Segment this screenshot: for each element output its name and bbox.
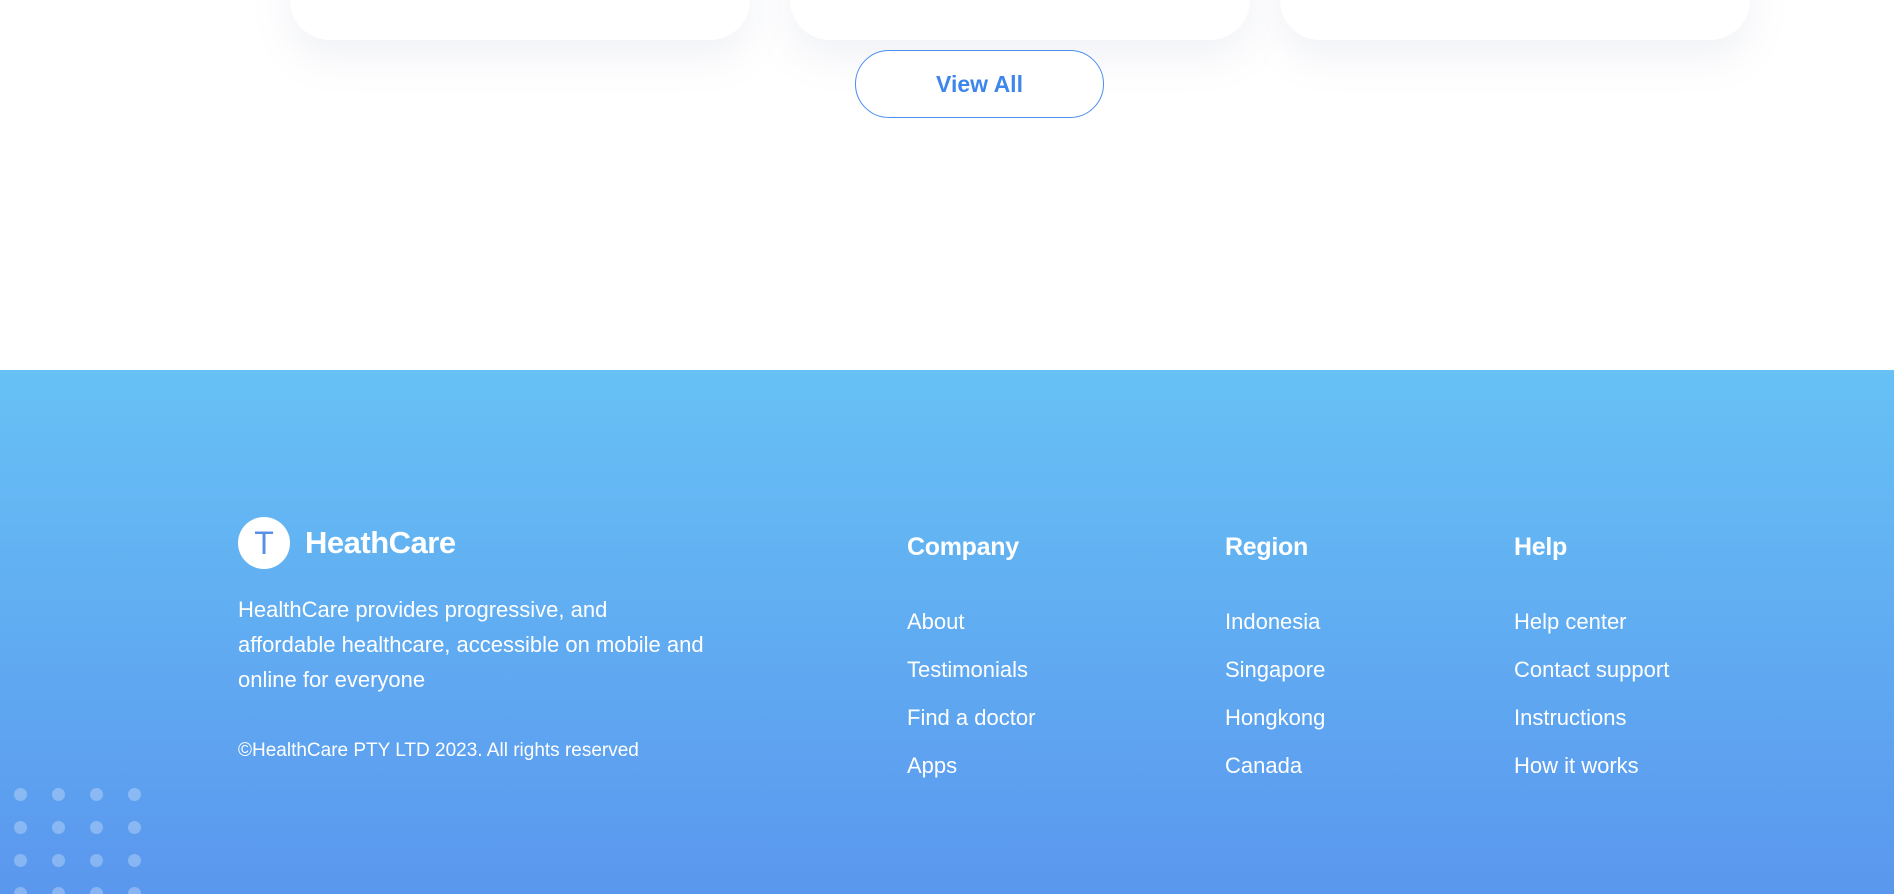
dot [14, 854, 27, 867]
dot [52, 788, 65, 801]
dot [14, 887, 27, 894]
footer-link-find-a-doctor[interactable]: Find a doctor [907, 706, 1035, 754]
dot [52, 821, 65, 834]
dot [52, 887, 65, 894]
footer-column-company: Company About Testimonials Find a doctor… [907, 533, 1035, 802]
column-title: Company [907, 533, 1019, 561]
dot [128, 788, 141, 801]
logo-icon: T [238, 517, 290, 569]
footer-column-help: Help Help center Contact support Instruc… [1514, 533, 1669, 802]
footer-link-help-center[interactable]: Help center [1514, 610, 1669, 658]
footer-link-about[interactable]: About [907, 610, 1035, 658]
decorative-dots [14, 788, 144, 894]
footer-column-region: Region Indonesia Singapore Hongkong Cana… [1225, 533, 1325, 802]
column-title: Help [1514, 533, 1567, 561]
footer-link-how-it-works[interactable]: How it works [1514, 754, 1669, 802]
page: View All T HeathCare HealthCare provides… [0, 0, 1894, 894]
view-all-button[interactable]: View All [855, 50, 1104, 118]
card-shadow [290, 0, 750, 40]
dot [128, 821, 141, 834]
footer-description: HealthCare provides progressive, and aff… [238, 597, 704, 692]
brand[interactable]: T HeathCare [238, 517, 456, 569]
dot [90, 788, 103, 801]
dot [90, 821, 103, 834]
link-list: Help center Contact support Instructions… [1514, 610, 1669, 802]
footer-link-hongkong[interactable]: Hongkong [1225, 706, 1325, 754]
dot [52, 854, 65, 867]
footer-link-apps[interactable]: Apps [907, 754, 1035, 802]
footer-link-instructions[interactable]: Instructions [1514, 706, 1669, 754]
link-list: About Testimonials Find a doctor Apps [907, 610, 1035, 802]
footer-link-canada[interactable]: Canada [1225, 754, 1325, 802]
copyright: ©HealthCare PTY LTD 2023. All rights res… [238, 740, 639, 761]
dot [14, 821, 27, 834]
dot [128, 854, 141, 867]
card-shadow [1280, 0, 1750, 40]
footer-link-singapore[interactable]: Singapore [1225, 658, 1325, 706]
dot [128, 887, 141, 894]
footer-link-indonesia[interactable]: Indonesia [1225, 610, 1325, 658]
dot [90, 887, 103, 894]
main-section: View All [0, 0, 1894, 370]
footer-link-testimonials[interactable]: Testimonials [907, 658, 1035, 706]
link-list: Indonesia Singapore Hongkong Canada [1225, 610, 1325, 802]
card-shadow [790, 0, 1250, 40]
dot [14, 788, 27, 801]
dot [90, 854, 103, 867]
column-title: Region [1225, 533, 1308, 561]
brand-name: HeathCare [305, 525, 456, 560]
footer: T HeathCare HealthCare provides progress… [0, 370, 1894, 894]
footer-link-contact-support[interactable]: Contact support [1514, 658, 1669, 706]
